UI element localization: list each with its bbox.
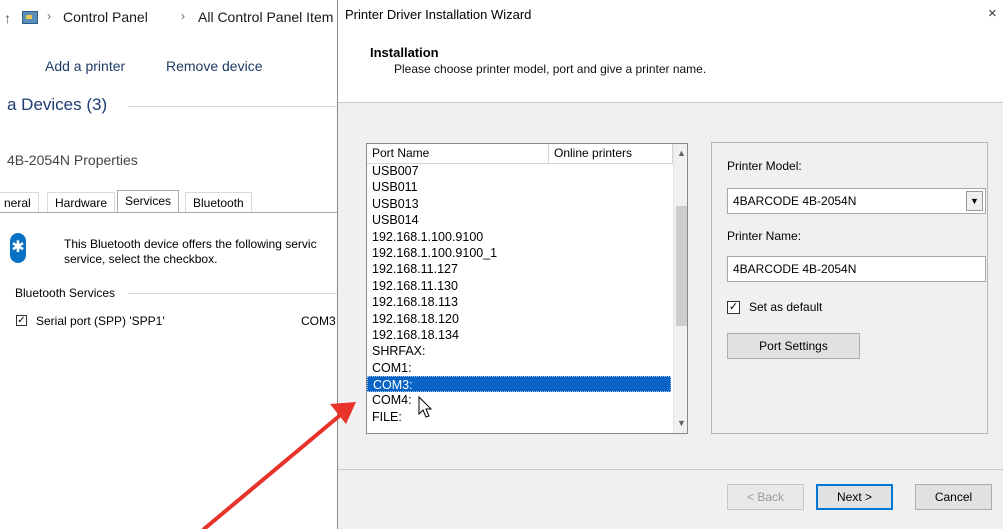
printer-name-input[interactable]: 4BARCODE 4B-2054N: [727, 256, 986, 282]
set-default-label[interactable]: Set as default: [749, 300, 822, 314]
port-list-item[interactable]: USB014: [367, 212, 673, 228]
port-list-scrollbar[interactable]: ▲ ▼: [673, 144, 687, 433]
tab-hardware[interactable]: Hardware: [47, 192, 116, 212]
port-list-item[interactable]: USB013: [367, 196, 673, 212]
port-list-item[interactable]: 192.168.18.113: [367, 294, 673, 310]
breadcrumb-separator: ›: [47, 9, 51, 23]
column-port-name[interactable]: Port Name: [367, 144, 549, 163]
properties-title: 4B-2054N Properties: [7, 152, 138, 168]
tab-divider: [0, 212, 345, 213]
port-list-item-selected[interactable]: COM3:: [367, 376, 671, 393]
remove-device-button[interactable]: Remove device: [166, 58, 263, 74]
devices-heading: a Devices (3): [7, 95, 108, 114]
dialog-title: Printer Driver Installation Wizard: [345, 7, 532, 22]
section-title: Installation: [370, 45, 439, 60]
tab-services[interactable]: Services: [117, 190, 180, 213]
printer-model-label: Printer Model:: [727, 159, 802, 173]
column-online-printers[interactable]: Online printers: [549, 144, 673, 163]
breadcrumb-all-items[interactable]: All Control Panel Item: [198, 9, 333, 25]
properties-tabs: neral Hardware Services Bluetooth: [0, 190, 340, 213]
next-button[interactable]: Next >: [816, 484, 893, 510]
bluetooth-description: This Bluetooth device offers the followi…: [64, 237, 317, 266]
tab-bluetooth[interactable]: Bluetooth: [185, 192, 252, 212]
port-list-item[interactable]: USB011: [367, 179, 673, 195]
port-list-item[interactable]: 192.168.18.120: [367, 311, 673, 327]
wizard-footer: [338, 470, 1003, 529]
breadcrumb-control-panel[interactable]: Control Panel: [63, 9, 148, 25]
port-list[interactable]: Port Name Online printers USB007 USB011 US…: [366, 143, 688, 434]
scroll-down-icon[interactable]: ▼: [674, 415, 687, 432]
port-list-item[interactable]: USB007: [367, 163, 673, 179]
port-list-header: Port Name Online printers: [367, 144, 673, 164]
divider: [128, 106, 340, 107]
port-list-item[interactable]: FILE:: [367, 409, 673, 425]
bluetooth-icon: ✱: [10, 233, 26, 263]
tab-general[interactable]: neral: [0, 192, 39, 212]
printer-settings-group: [711, 142, 988, 434]
chevron-down-icon[interactable]: ▼: [966, 191, 983, 211]
up-arrow-icon[interactable]: ↑: [4, 10, 11, 26]
address-bar[interactable]: ↑ › Control Panel › All Control Panel It…: [0, 0, 345, 36]
serial-port-checkbox[interactable]: ✓: [16, 315, 27, 326]
add-printer-button[interactable]: Add a printer: [45, 58, 125, 74]
printer-wizard-dialog: Printer Driver Installation Wizard × Ins…: [337, 0, 1003, 529]
port-list-item[interactable]: 192.168.1.100.9100_1: [367, 245, 673, 261]
port-list-item[interactable]: SHRFAX:: [367, 343, 673, 359]
printer-model-select[interactable]: 4BARCODE 4B-2054N ▼: [727, 188, 986, 214]
divider: [128, 293, 340, 294]
printer-name-label: Printer Name:: [727, 229, 802, 243]
back-button[interactable]: < Back: [727, 484, 804, 510]
scroll-up-icon[interactable]: ▲: [674, 145, 687, 162]
serial-port-com: COM3: [301, 314, 336, 328]
port-list-item[interactable]: 192.168.11.130: [367, 278, 673, 294]
set-default-checkbox[interactable]: ✓: [727, 301, 740, 314]
scroll-thumb[interactable]: [676, 206, 687, 326]
close-icon[interactable]: ×: [988, 5, 997, 22]
port-list-item[interactable]: 192.168.1.100.9100: [367, 229, 673, 245]
serial-port-label: Serial port (SPP) 'SPP1': [36, 314, 165, 328]
breadcrumb-separator: ›: [181, 9, 185, 23]
port-list-item[interactable]: COM4:: [367, 392, 673, 408]
port-settings-button[interactable]: Port Settings: [727, 333, 860, 359]
port-list-rows: USB007 USB011 USB013 USB014 192.168.1.100.91…: [367, 163, 673, 425]
cancel-button[interactable]: Cancel: [915, 484, 992, 510]
control-panel-icon: [22, 11, 38, 24]
port-list-item[interactable]: COM1:: [367, 360, 673, 376]
port-list-item[interactable]: 192.168.11.127: [367, 261, 673, 277]
printer-model-value: 4BARCODE 4B-2054N: [733, 194, 857, 208]
port-list-item[interactable]: 192.168.18.134: [367, 327, 673, 343]
bluetooth-services-label: Bluetooth Services: [15, 286, 116, 300]
section-subtitle: Please choose printer model, port and gi…: [394, 62, 707, 76]
